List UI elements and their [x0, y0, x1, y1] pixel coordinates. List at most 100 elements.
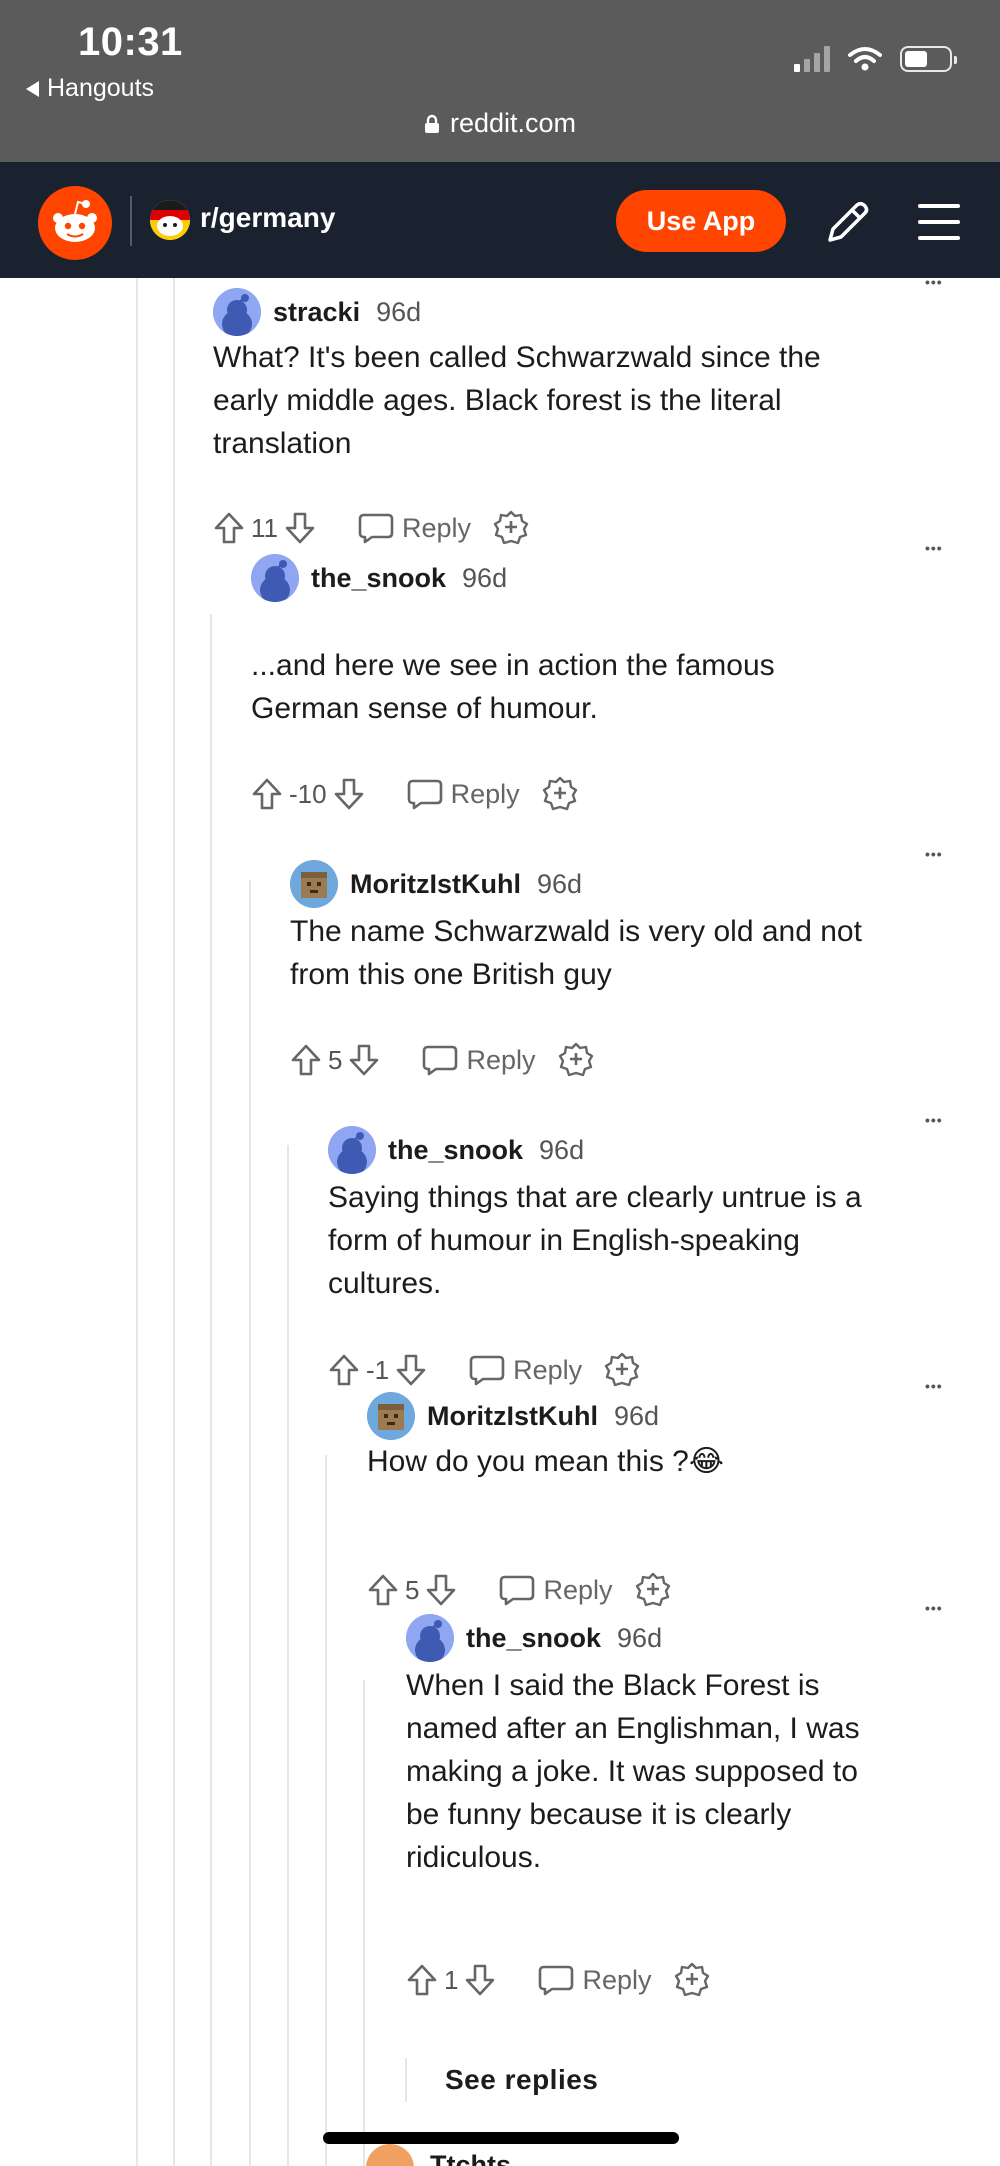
comment-username[interactable]: the_snook: [466, 1623, 601, 1654]
reply-button[interactable]: Reply: [469, 1354, 582, 1386]
thread-line[interactable]: [363, 1680, 365, 2166]
back-to-app-link[interactable]: Hangouts: [26, 74, 154, 103]
upvote-icon[interactable]: [213, 511, 245, 545]
reply-icon: [539, 1965, 574, 1996]
hamburger-menu-icon[interactable]: [918, 200, 960, 244]
use-app-button[interactable]: Use App: [616, 190, 786, 252]
award-button[interactable]: [558, 1042, 594, 1078]
comment-body: Saying things that are clearly untrue is…: [328, 1176, 1000, 1305]
user-avatar[interactable]: [366, 2144, 414, 2166]
vote-controls: -1: [328, 1353, 427, 1387]
comment-actions: -10 Reply: [251, 776, 578, 812]
subreddit-icon[interactable]: [150, 200, 190, 240]
award-icon[interactable]: [542, 776, 578, 812]
award-icon[interactable]: [604, 1352, 640, 1388]
thread-line[interactable]: [405, 2058, 407, 2102]
comment-age: 96d: [613, 1400, 660, 1431]
reply-button[interactable]: Reply: [358, 512, 471, 544]
award-icon[interactable]: [493, 510, 529, 546]
thread-line[interactable]: [173, 278, 175, 2166]
comment-header: MoritzIstKuhl 96d: [290, 860, 582, 908]
more-options-icon[interactable]: •••: [925, 274, 943, 290]
comment-username[interactable]: the_snook: [388, 1135, 523, 1166]
see-replies-link[interactable]: See replies: [445, 2064, 598, 2096]
comment-line: German sense of humour.: [251, 692, 598, 725]
award-icon[interactable]: [558, 1042, 594, 1078]
clock: 10:31: [78, 20, 183, 64]
reply-button[interactable]: Reply: [407, 778, 520, 810]
comment-username[interactable]: MoritzIstKuhl: [427, 1401, 598, 1432]
upvote-icon[interactable]: [406, 1963, 438, 1997]
comment-line: How do you mean this ?😂: [367, 1445, 724, 1478]
comment-line: cultures.: [328, 1267, 442, 1300]
user-avatar[interactable]: [406, 1614, 454, 1662]
thread-line[interactable]: [249, 880, 251, 2166]
comment-username[interactable]: Ttchts 96d: [430, 2150, 511, 2166]
vote-score: 11: [251, 512, 278, 543]
comment-body: What? It's been called Schwarzwald since…: [213, 336, 963, 465]
home-indicator: [323, 2132, 679, 2144]
url-bar[interactable]: reddit.com: [0, 108, 1000, 139]
comment-username[interactable]: the_snook: [311, 563, 446, 594]
downvote-icon[interactable]: [395, 1353, 427, 1387]
header-divider: [130, 196, 132, 246]
more-options-icon[interactable]: •••: [925, 1378, 943, 1394]
downvote-icon[interactable]: [425, 1573, 457, 1607]
upvote-icon[interactable]: [328, 1353, 360, 1387]
comment-header: the_snook 96d: [328, 1126, 584, 1174]
upvote-icon[interactable]: [367, 1573, 399, 1607]
award-button[interactable]: [674, 1962, 710, 1998]
downvote-icon[interactable]: [348, 1043, 380, 1077]
subreddit-name[interactable]: r/germany: [200, 202, 335, 234]
thread-line[interactable]: [136, 278, 138, 2166]
user-avatar[interactable]: [213, 288, 261, 336]
more-options-icon[interactable]: •••: [925, 1112, 943, 1128]
pencil-icon[interactable]: [822, 196, 874, 248]
comment-username[interactable]: MoritzIstKuhl: [350, 869, 521, 900]
vote-score: -1: [366, 1354, 390, 1385]
upvote-icon[interactable]: [251, 777, 283, 811]
thread-line[interactable]: [210, 614, 212, 2166]
user-avatar[interactable]: [251, 554, 299, 602]
thread-line[interactable]: [325, 1455, 327, 2166]
user-avatar[interactable]: [328, 1126, 376, 1174]
comment-line: When I said the Black Forest is: [406, 1669, 820, 1702]
comment-line: be funny because it is clearly: [406, 1798, 792, 1831]
thread-line[interactable]: [287, 1145, 289, 2166]
reply-icon: [423, 1045, 458, 1076]
reddit-header: r/germany Use App: [0, 162, 1000, 278]
award-button[interactable]: [604, 1352, 640, 1388]
award-button[interactable]: [542, 776, 578, 812]
comment-line: Saying things that are clearly untrue is…: [328, 1181, 862, 1214]
reply-icon: [469, 1355, 505, 1386]
lock-icon: [424, 114, 439, 133]
comment-line: translation: [213, 427, 352, 460]
downvote-icon[interactable]: [464, 1963, 496, 1997]
reply-label: Reply: [513, 1354, 583, 1385]
award-icon[interactable]: [674, 1962, 710, 1998]
upvote-icon[interactable]: [290, 1043, 322, 1077]
more-options-icon[interactable]: •••: [925, 1600, 943, 1616]
downvote-icon[interactable]: [333, 777, 365, 811]
reply-label: Reply: [543, 1574, 613, 1605]
comment-username[interactable]: stracki: [273, 297, 360, 328]
more-options-icon[interactable]: •••: [925, 540, 943, 556]
cell-signal-icon: [794, 46, 830, 72]
award-button[interactable]: [635, 1572, 671, 1608]
more-options-icon[interactable]: •••: [925, 846, 943, 862]
comment-line: The name Schwarzwald is very old and not: [290, 915, 862, 948]
user-avatar[interactable]: [367, 1392, 415, 1440]
browser-status-bar: 10:31 Hangouts reddit.com: [0, 0, 1000, 162]
reply-button[interactable]: Reply: [538, 1964, 652, 1996]
comment-header: stracki 96d: [213, 288, 421, 336]
comment-actions: 5 Reply: [367, 1572, 671, 1608]
downvote-icon[interactable]: [284, 511, 316, 545]
award-icon[interactable]: [635, 1572, 671, 1608]
award-button[interactable]: [493, 510, 529, 546]
reply-button[interactable]: Reply: [422, 1044, 536, 1076]
comment-actions: -1 Reply: [328, 1352, 640, 1388]
reply-button[interactable]: Reply: [499, 1574, 613, 1606]
vote-controls: 11: [213, 511, 316, 545]
reddit-logo-icon[interactable]: [38, 186, 112, 260]
user-avatar[interactable]: [290, 860, 338, 908]
